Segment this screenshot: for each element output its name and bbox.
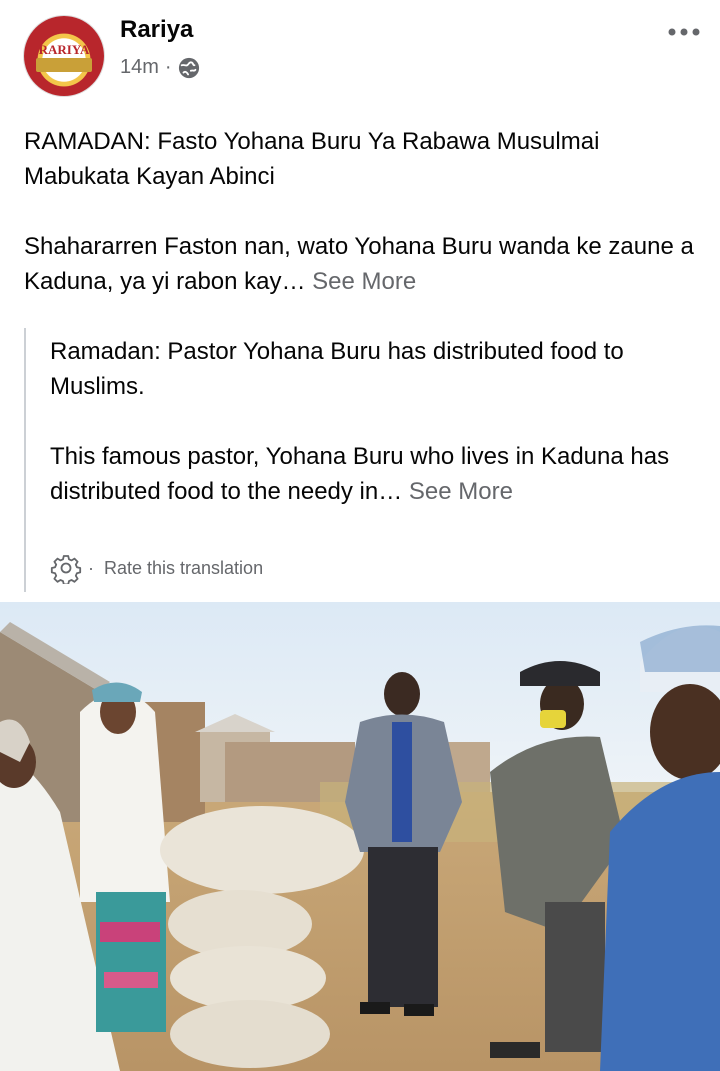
translation-see-more-link[interactable]: See More — [409, 478, 513, 505]
see-more-link[interactable]: See More — [312, 268, 416, 295]
post-photo[interactable] — [0, 602, 720, 1071]
meta-separator: · — [164, 56, 172, 78]
post-header: RARIYA Rariya 14m · — [0, 0, 720, 110]
translation-block: Ramadan: Pastor Yohana Buru has distribu… — [24, 328, 684, 592]
more-options-icon[interactable] — [666, 22, 702, 42]
post-body: Shahararren Faston nan, wato Yohana Buru… — [24, 229, 696, 299]
rate-translation-row[interactable]: · Rate this translation — [50, 552, 263, 584]
post-title: RAMADAN: Fasto Yohana Buru Ya Rabawa Mus… — [24, 128, 600, 190]
globe-icon — [178, 57, 199, 78]
page-avatar[interactable]: RARIYA — [24, 16, 104, 96]
page-name[interactable]: Rariya — [120, 16, 193, 44]
rate-separator: · — [88, 557, 94, 578]
logo-text: RARIYA — [38, 42, 90, 57]
post-text: RAMADAN: Fasto Yohana Buru Ya Rabawa Mus… — [24, 124, 696, 299]
translation-body-text: This famous pastor, Yohana Buru who live… — [50, 443, 670, 505]
gear-icon[interactable] — [50, 552, 82, 584]
post-meta: 14m · — [120, 56, 200, 79]
translation-body: This famous pastor, Yohana Buru who live… — [50, 439, 684, 509]
post-time[interactable]: 14m — [120, 56, 159, 79]
translation-title: Ramadan: Pastor Yohana Buru has distribu… — [50, 338, 624, 400]
logo-ribbon — [36, 58, 92, 72]
rate-translation-link[interactable]: Rate this translation — [104, 558, 263, 579]
